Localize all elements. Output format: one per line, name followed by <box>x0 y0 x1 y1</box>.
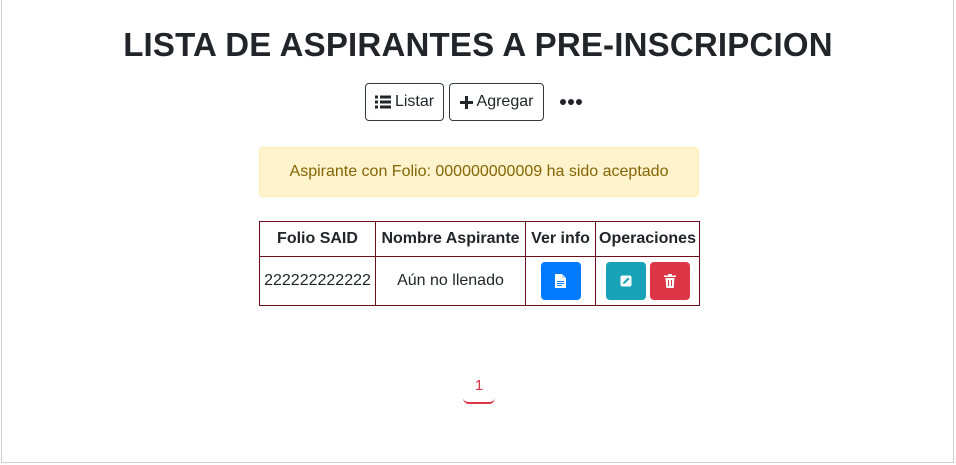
listar-button[interactable]: Listar <box>365 83 444 121</box>
trash-icon <box>663 274 676 288</box>
cell-nombre: Aún no llenado <box>375 256 526 306</box>
view-info-button[interactable] <box>540 262 581 300</box>
page-title: LISTA DE ASPIRANTES A PRE-INSCRIPCION <box>123 26 833 63</box>
cell-ver-info <box>525 256 596 306</box>
pagination-page-1[interactable]: 1 <box>463 374 495 404</box>
pencil-icon <box>620 275 631 287</box>
table-row: 222222222222 Aún no llenado <box>259 256 700 306</box>
success-alert: Aspirante con Folio: 000000000009 ha sid… <box>259 147 699 197</box>
listar-label: Listar <box>394 93 435 110</box>
delete-button[interactable] <box>649 262 690 300</box>
toolbar: Listar Agregar <box>0 83 956 121</box>
header-nombre: Nombre Aspirante <box>375 221 526 257</box>
ellipsis-icon[interactable] <box>558 93 584 111</box>
header-operaciones: Operaciones <box>595 221 700 257</box>
list-icon <box>374 95 391 109</box>
header-folio: Folio SAID <box>259 221 376 257</box>
alert-message: Aspirante con Folio: 000000000009 ha sid… <box>289 163 669 180</box>
edit-button[interactable] <box>605 262 646 300</box>
plus-icon <box>459 95 473 109</box>
cell-operaciones <box>595 256 700 306</box>
agregar-label: Agregar <box>476 93 534 110</box>
cell-folio: 222222222222 <box>259 256 376 306</box>
table-header-row: Folio SAID Nombre Aspirante Ver info Ope… <box>259 221 700 257</box>
header-ver-info: Ver info <box>525 221 596 257</box>
agregar-button[interactable]: Agregar <box>449 83 544 121</box>
document-icon <box>555 274 566 288</box>
aspirantes-table: Folio SAID Nombre Aspirante Ver info Ope… <box>259 221 700 306</box>
